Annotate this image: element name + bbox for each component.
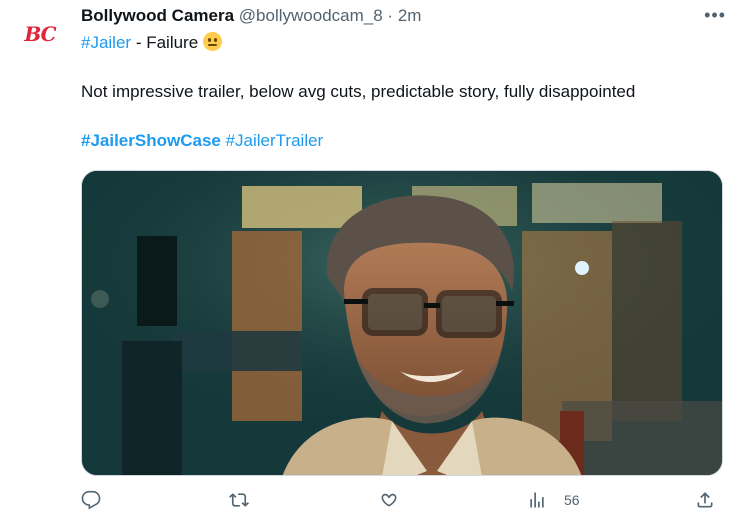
share-icon: [697, 492, 713, 508]
hashtag-jailershowcase[interactable]: #JailerShowCase: [81, 131, 221, 150]
hashtag-jailertrailer[interactable]: #JailerTrailer: [226, 131, 324, 150]
reply-button[interactable]: [81, 490, 101, 510]
reply-icon: [81, 490, 101, 510]
share-button[interactable]: [695, 490, 715, 510]
tweet-header: Bollywood Camera @bollywoodcam_8 · 2m: [81, 5, 421, 27]
media-scene: [82, 171, 722, 475]
separator-dot: ·: [387, 6, 394, 25]
neutral-face-emoji-icon: [203, 32, 223, 51]
heart-icon: [381, 493, 397, 507]
tweet-body: Not impressive trailer, below avg cuts, …: [81, 82, 636, 101]
views-count: 56: [564, 492, 580, 508]
analytics-icon: [530, 492, 544, 508]
tweet-media-image[interactable]: [81, 170, 723, 476]
like-button[interactable]: [379, 490, 399, 510]
hashtag-jailer[interactable]: #Jailer: [81, 33, 131, 52]
tweet-text-line1: #Jailer - Failure: [81, 31, 223, 55]
avatar-logo-text: BC: [24, 22, 56, 46]
tweet-time[interactable]: 2m: [398, 6, 422, 25]
retweet-icon: [229, 493, 249, 507]
author-name[interactable]: Bollywood Camera: [81, 6, 234, 25]
retweet-button[interactable]: [229, 490, 249, 510]
views-button[interactable]: 56: [527, 490, 580, 510]
action-bar: 56: [81, 490, 723, 520]
more-icon[interactable]: •••: [704, 4, 726, 26]
author-handle[interactable]: @bollywoodcam_8: [239, 6, 383, 25]
avatar[interactable]: BC: [14, 8, 66, 60]
tweet-text-failure: - Failure: [131, 33, 199, 52]
tweet-hashtags: #JailerShowCase #JailerTrailer: [81, 129, 323, 153]
